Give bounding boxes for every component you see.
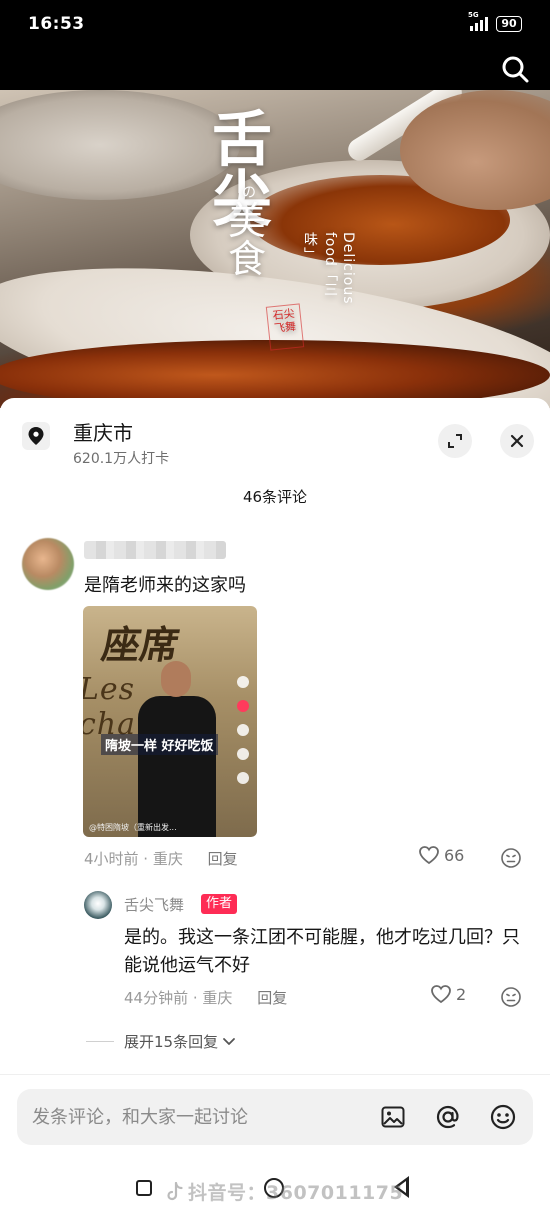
thumbnail-caption: 隋坡一样 好好吃饭 bbox=[101, 734, 218, 755]
comments-count: 46条评论 bbox=[242, 488, 308, 506]
reply-button[interactable]: 回复 bbox=[257, 989, 287, 1007]
at-icon bbox=[436, 1105, 459, 1129]
hero-seal: 石尖飞舞 bbox=[265, 303, 305, 351]
heart-icon bbox=[431, 985, 451, 1004]
heart-icon bbox=[419, 846, 439, 865]
location-pin-icon bbox=[22, 422, 50, 450]
divider bbox=[86, 1041, 114, 1042]
reply-meta: 44分钟前 · 重庆 回复 bbox=[124, 987, 287, 1008]
share-icon bbox=[237, 772, 249, 784]
author-avatar[interactable] bbox=[84, 891, 112, 919]
plate-shape bbox=[0, 90, 240, 200]
search-icon bbox=[502, 56, 529, 83]
search-button[interactable] bbox=[498, 52, 532, 86]
reply-text: 是的。我这一条江团不可能腥，他才吃过几回？只能说他运气不好 bbox=[124, 927, 520, 976]
battery-icon: 90 bbox=[496, 16, 522, 32]
expand-replies-label: 展开15条回复 bbox=[124, 1033, 219, 1051]
comment-text: 是隋老师来的这家吗 bbox=[84, 575, 246, 596]
tiktok-logo-icon bbox=[167, 1181, 183, 1200]
author-name[interactable]: 舌尖飞舞 bbox=[124, 894, 184, 915]
comment-input[interactable] bbox=[32, 1101, 362, 1133]
like-button[interactable]: 66 bbox=[418, 845, 464, 865]
expand-replies-button[interactable]: 展开15条回复 bbox=[124, 1031, 236, 1052]
like-button[interactable]: 2 bbox=[430, 984, 466, 1004]
comment-meta: 4小时前 · 重庆 回复 bbox=[84, 848, 238, 869]
thumbnail-footer: @特困隋坡（重新出发... bbox=[89, 823, 177, 832]
thumbnail-person-shape bbox=[161, 661, 191, 697]
expand-icon bbox=[448, 434, 462, 448]
watermark-text: 抖音号：3607011175 bbox=[188, 1182, 404, 1204]
star-icon bbox=[237, 748, 249, 760]
network-type: 5G bbox=[468, 11, 479, 19]
close-icon bbox=[510, 434, 524, 448]
comment-input-container[interactable] bbox=[17, 1089, 533, 1145]
video-cover-image[interactable]: 舌尖 の 美食 Delicious food「三味」 石尖飞舞 bbox=[0, 90, 550, 408]
emoji-icon bbox=[490, 1104, 516, 1130]
avatar[interactable] bbox=[22, 538, 74, 590]
system-nav-bar: 抖音号：3607011175 bbox=[0, 1154, 550, 1222]
recents-button[interactable] bbox=[136, 1180, 152, 1196]
thumbnail-person-shape bbox=[138, 696, 216, 837]
hero-title-mid: 美食 bbox=[228, 199, 267, 281]
comment-input-bar bbox=[0, 1074, 550, 1154]
avatar-icon bbox=[237, 676, 249, 688]
like-count: 2 bbox=[456, 984, 467, 1004]
dislike-button[interactable] bbox=[500, 986, 522, 1012]
watermark: 抖音号：3607011175 bbox=[166, 1178, 403, 1205]
reply-button[interactable]: 回复 bbox=[208, 850, 238, 868]
thumbnail-action-icons bbox=[235, 676, 251, 784]
commenter-name-blurred[interactable] bbox=[84, 541, 226, 559]
status-indicators: 5G 90 bbox=[468, 11, 522, 32]
signal-icon: 5G bbox=[468, 11, 488, 31]
comments-sheet: 重庆市 620.1万人打卡 46条评论 是隋老师来的这家吗 座席 Les cha… bbox=[0, 398, 550, 1222]
location-checkins: 620.1万人打卡 bbox=[73, 451, 170, 467]
author-badge: 作者 bbox=[201, 894, 238, 914]
comment-time-location: 4小时前 · 重庆 bbox=[84, 850, 183, 868]
status-bar: 16:53 5G 90 bbox=[0, 0, 550, 48]
close-button[interactable] bbox=[500, 424, 534, 458]
dislike-button[interactable] bbox=[500, 847, 522, 873]
like-count: 66 bbox=[444, 845, 465, 865]
hero-title-vertical: Delicious food「三味」 bbox=[302, 232, 356, 305]
image-button[interactable] bbox=[379, 1103, 407, 1131]
video-thumbnail[interactable]: 座席 Les champs 隋坡一样 好好吃饭 @特困隋坡（重新出发... bbox=[83, 606, 257, 837]
comment-icon bbox=[237, 724, 249, 736]
chevron-down-icon bbox=[223, 1037, 235, 1045]
expand-button[interactable] bbox=[438, 424, 472, 458]
emoji-button[interactable] bbox=[489, 1103, 517, 1131]
reply-time-location: 44分钟前 · 重庆 bbox=[124, 989, 233, 1007]
status-time: 16:53 bbox=[28, 14, 85, 34]
heart-icon bbox=[237, 700, 249, 712]
top-bar bbox=[0, 48, 550, 90]
mention-button[interactable] bbox=[434, 1103, 462, 1131]
location-name[interactable]: 重庆市 bbox=[73, 417, 133, 446]
dislike-face-icon bbox=[501, 987, 521, 1007]
dislike-face-icon bbox=[501, 848, 521, 868]
image-icon bbox=[381, 1106, 405, 1128]
